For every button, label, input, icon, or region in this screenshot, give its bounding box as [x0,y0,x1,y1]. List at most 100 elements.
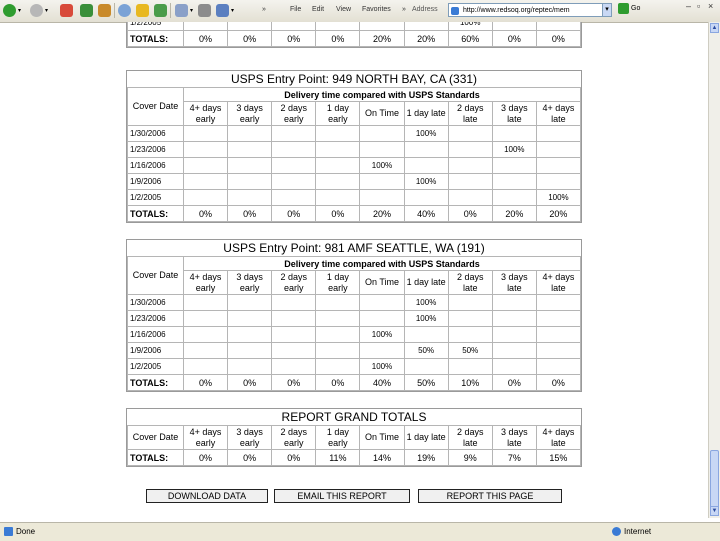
column-header: 3 days early [227,270,273,295]
table-cell [315,141,361,158]
menu-file[interactable]: File [290,6,301,13]
column-header: 4+ days late [535,101,582,126]
scroll-up-icon[interactable]: ▲ [710,23,719,33]
total-cell: 0% [535,30,582,47]
print-button[interactable] [198,3,211,18]
table-cell: 100% [359,326,405,343]
cover-date-cell: 1/2/2005 [127,189,184,206]
dropdown-icon: ▾ [18,8,22,14]
column-header: On Time [359,270,405,295]
table-row: 1/30/2006 100% [127,125,582,142]
back-button[interactable]: ▾ [3,3,21,18]
menu-view[interactable]: View [336,6,351,13]
go-button[interactable]: Go [618,3,640,14]
table-cell [535,358,582,375]
table-cell [227,189,273,206]
restore-button[interactable]: ▫ [697,1,700,11]
table-row: 1/2/2005 100% [127,22,582,31]
home-button[interactable] [98,3,111,18]
cover-date-cell: 1/30/2006 [127,294,184,311]
address-input[interactable]: http://www.redsoq.org/reptec/mem [448,3,610,17]
column-header: 2 days early [271,425,317,450]
table-cell [182,22,229,31]
column-header: 1 day late [403,425,449,450]
subheader: Delivery time compared with USPS Standar… [183,256,581,271]
table-cell [491,157,537,174]
table-cell [315,310,361,327]
total-cell: 9% [447,449,493,466]
seattle-table: Cover Date Delivery time compared with U… [127,256,582,391]
scrollbar-thumb[interactable] [710,450,719,510]
totals-label: TOTALS: [127,449,184,466]
table-cell [271,342,317,359]
table-cell [491,342,537,359]
table-cell [182,141,229,158]
menu-chevron[interactable]: » [402,6,406,13]
totals-row: TOTALS: 0% 0% 0% 0% 40% 50% 10% 0% 0% [127,374,582,391]
forward-button[interactable]: ▾ [30,3,48,18]
total-cell: 19% [403,449,449,466]
favorites-button[interactable] [136,3,149,18]
table-cell [491,173,537,190]
total-cell: 20% [491,205,537,222]
table-cell [227,173,273,190]
total-cell: 0% [182,205,229,222]
table-cell [403,141,449,158]
cover-date-cell: 1/2/2005 [127,22,184,31]
scroll-down-icon[interactable]: ▼ [710,506,719,516]
table-cell [271,358,317,375]
stop-icon [60,4,73,17]
table-cell [359,141,405,158]
report-page-button[interactable]: REPORT THIS PAGE [418,489,562,503]
email-report-button[interactable]: EMAIL THIS REPORT [274,489,410,503]
refresh-button[interactable] [80,3,93,18]
zone-text: Internet [624,527,652,536]
table-cell [491,189,537,206]
vertical-scrollbar[interactable]: ▲ ▼ [708,22,720,518]
table-cell [535,294,582,311]
back-arrow-icon [3,4,16,17]
download-data-button[interactable]: DOWNLOAD DATA [146,489,268,503]
menu-edit[interactable]: Edit [312,6,324,13]
search-button[interactable] [118,3,131,18]
table-cell [535,342,582,359]
total-cell: 0% [182,374,229,391]
grand-totals-panel: REPORT GRAND TOTALS Cover Date 4+ days e… [126,408,582,467]
column-header: On Time [359,101,405,126]
north-bay-table: Cover Date Delivery time compared with U… [127,87,582,222]
table-cell [315,173,361,190]
total-cell: 0% [535,374,582,391]
history-icon [154,4,167,17]
total-cell: 40% [403,205,449,222]
table-cell [315,125,361,142]
address-value: http://www.redsoq.org/reptec/mem [463,7,570,14]
table-cell [182,125,229,142]
header-row: Cover Date 4+ days early 3 days early 2 … [127,425,582,450]
table-cell [535,310,582,327]
history-button[interactable] [154,3,167,18]
close-button[interactable]: × [708,1,713,11]
address-dropdown[interactable]: ▾ [602,3,612,17]
total-cell: 0% [271,374,317,391]
table-cell [227,157,273,174]
table-cell [182,326,229,343]
table-cell [271,157,317,174]
edit-button[interactable]: ▾ [216,3,234,18]
table-cell: 100% [359,157,405,174]
total-cell: 50% [403,374,449,391]
total-cell: 0% [227,30,273,47]
minimize-button[interactable]: – [686,1,691,11]
menu-favorites[interactable]: Favorites [362,6,391,13]
dropdown-icon: ▾ [45,8,49,14]
home-icon [98,4,111,17]
table-cell [227,326,273,343]
table-row: 1/9/2006 50% 50% [127,342,582,359]
stop-button[interactable] [60,3,73,18]
total-cell: 15% [535,449,582,466]
page-done-icon [4,527,13,536]
table-cell [535,22,582,31]
toolbar-chevron[interactable]: » [262,6,266,13]
mail-button[interactable]: ▾ [175,3,193,18]
column-header: On Time [359,425,405,450]
table-cell: 100% [359,358,405,375]
